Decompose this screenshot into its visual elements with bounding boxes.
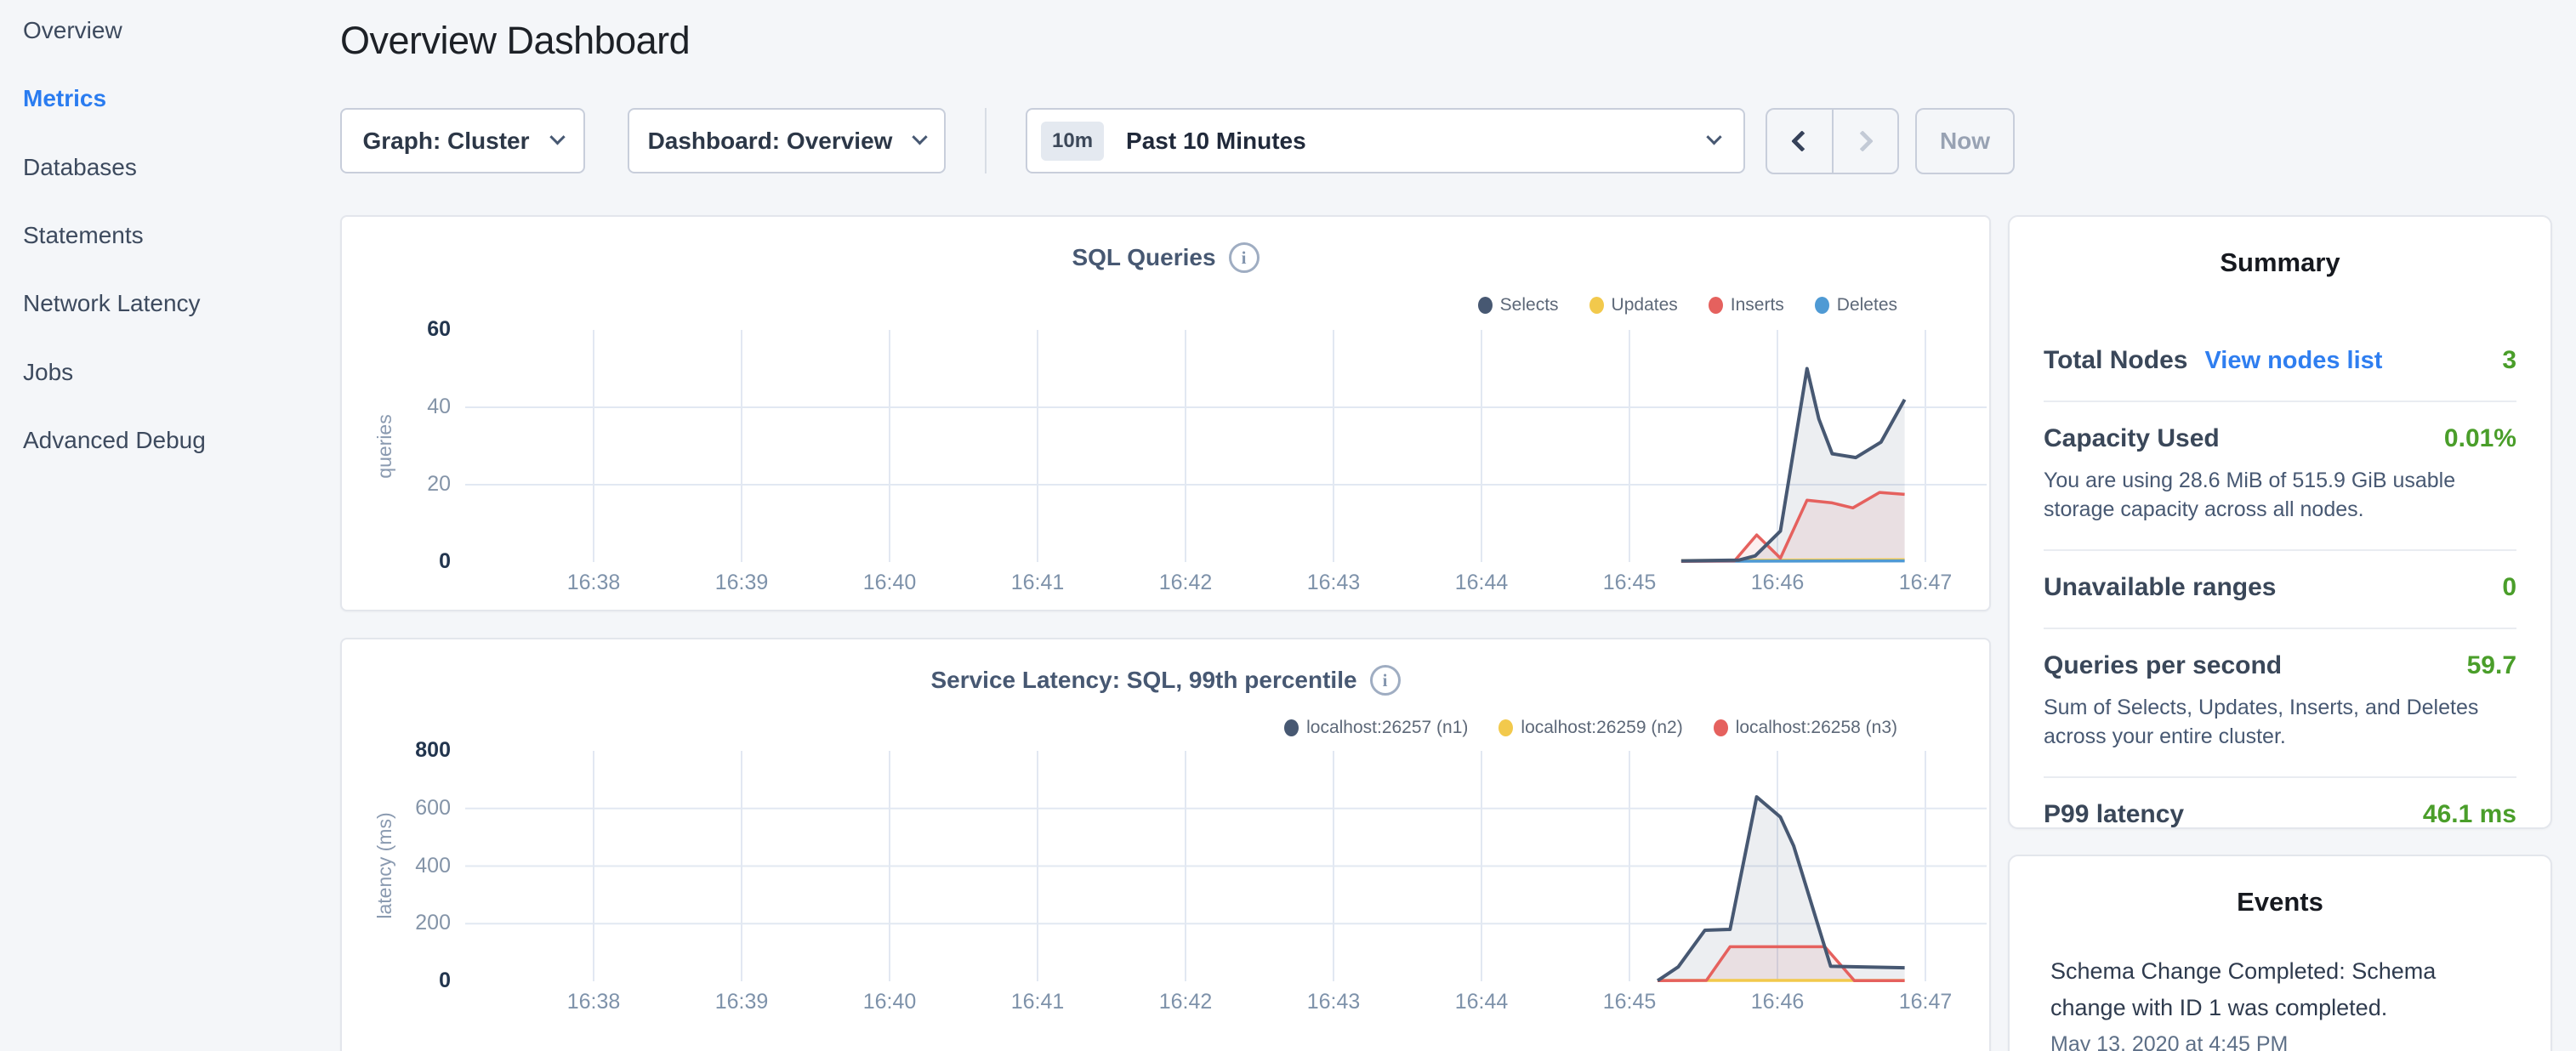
plot-area[interactable] <box>342 217 1989 610</box>
x-axis-tick: 16:44 <box>1422 571 1541 595</box>
time-range-badge: 10m <box>1041 122 1104 161</box>
time-range-dropdown[interactable]: 10m Past 10 Minutes <box>1026 108 1745 173</box>
summary-row-unavailable-ranges: Unavailable ranges 0 <box>2044 551 2516 629</box>
summary-description: You are using 28.6 MiB of 515.9 GiB usab… <box>2044 467 2516 524</box>
summary-label: Queries per second <box>2044 651 2282 680</box>
time-range-stepper <box>1766 108 1899 174</box>
chevron-down-icon <box>549 129 565 145</box>
summary-label: Capacity Used <box>2044 424 2220 453</box>
summary-card: Summary Total Nodes View nodes list 3 Ca… <box>2008 215 2552 829</box>
x-axis-tick: 16:40 <box>830 571 949 595</box>
chart-card-service-latency: Service Latency: SQL, 99th percentile i … <box>340 638 1991 1051</box>
x-axis-tick: 16:39 <box>682 571 801 595</box>
x-axis-tick: 16:45 <box>1570 990 1689 1014</box>
summary-description: Sum of Selects, Updates, Inserts, and De… <box>2044 694 2516 751</box>
event-timestamp: May 13, 2020 at 4:45 PM <box>2050 1032 2510 1051</box>
x-axis-tick: 16:40 <box>830 990 949 1014</box>
x-axis-tick: 16:44 <box>1422 990 1541 1014</box>
x-axis-tick: 16:38 <box>534 990 653 1014</box>
summary-value: 3 <box>2502 346 2516 375</box>
event-message: Schema Change Completed: Schema change w… <box>2050 953 2510 1025</box>
sidebar-item-network-latency[interactable]: Network Latency <box>23 290 201 317</box>
summary-title: Summary <box>2044 247 2516 278</box>
dashboard-dropdown[interactable]: Dashboard: Overview <box>628 108 946 173</box>
x-axis-tick: 16:41 <box>978 571 1097 595</box>
x-axis-tick: 16:47 <box>1866 990 1985 1014</box>
x-axis-tick: 16:46 <box>1718 990 1837 1014</box>
summary-row-queries-per-second: Queries per second 59.7 Sum of Selects, … <box>2044 629 2516 778</box>
chevron-down-icon <box>1706 129 1721 145</box>
x-axis-tick: 16:47 <box>1866 571 1985 595</box>
next-range-button[interactable] <box>1834 110 1898 173</box>
sidebar: Overview Metrics Databases Statements Ne… <box>0 0 340 1051</box>
toolbar-divider <box>985 108 987 173</box>
events-card: Events Schema Change Completed: Schema c… <box>2008 855 2552 1051</box>
y-axis-tick: 0 <box>342 969 451 993</box>
x-axis-tick: 16:43 <box>1274 990 1393 1014</box>
x-axis-tick: 16:43 <box>1274 571 1393 595</box>
chevron-down-icon <box>913 129 928 145</box>
x-axis-tick: 16:46 <box>1718 571 1837 595</box>
x-axis-tick: 16:39 <box>682 990 801 1014</box>
page-title: Overview Dashboard <box>340 19 690 63</box>
summary-label: Total Nodes <box>2044 346 2187 375</box>
y-axis-label: latency (ms) <box>373 772 399 959</box>
events-title: Events <box>2050 887 2510 917</box>
x-axis-tick: 16:42 <box>1126 571 1245 595</box>
view-nodes-link[interactable]: View nodes list <box>2204 347 2382 375</box>
summary-value: 0 <box>2502 573 2516 602</box>
chart-card-sql-queries: SQL Queries i SelectsUpdatesInsertsDelet… <box>340 215 1991 611</box>
summary-value: 0.01% <box>2444 424 2516 453</box>
summary-row-capacity-used: Capacity Used 0.01% You are using 28.6 M… <box>2044 402 2516 551</box>
graph-dropdown[interactable]: Graph: Cluster <box>340 108 585 173</box>
prev-range-button[interactable] <box>1767 110 1834 173</box>
summary-value: 46.1 ms <box>2423 800 2516 829</box>
sidebar-item-statements[interactable]: Statements <box>23 222 144 249</box>
chevron-left-icon <box>1791 130 1812 151</box>
y-axis-tick: 60 <box>342 317 451 342</box>
y-axis-label: queries <box>373 353 399 540</box>
x-axis-tick: 16:42 <box>1126 990 1245 1014</box>
summary-value: 59.7 <box>2467 651 2516 680</box>
sidebar-item-metrics[interactable]: Metrics <box>23 85 106 112</box>
sidebar-item-advanced-debug[interactable]: Advanced Debug <box>23 427 206 454</box>
x-axis-tick: 16:41 <box>978 990 1097 1014</box>
time-range-label: Past 10 Minutes <box>1126 128 1306 155</box>
series-area <box>1658 797 1905 981</box>
graph-dropdown-label: Graph: Cluster <box>362 128 529 155</box>
summary-label: Unavailable ranges <box>2044 573 2276 602</box>
now-button[interactable]: Now <box>1915 108 2015 174</box>
sidebar-item-jobs[interactable]: Jobs <box>23 359 73 386</box>
x-axis-tick: 16:45 <box>1570 571 1689 595</box>
summary-row-total-nodes: Total Nodes View nodes list 3 <box>2044 324 2516 402</box>
x-axis-tick: 16:38 <box>534 571 653 595</box>
chevron-right-icon <box>1852 130 1874 151</box>
sidebar-item-overview[interactable]: Overview <box>23 17 122 44</box>
sidebar-item-databases[interactable]: Databases <box>23 154 137 181</box>
summary-row-p99-latency: P99 latency 46.1 ms <box>2044 778 2516 855</box>
y-axis-tick: 800 <box>342 738 451 763</box>
dashboard-dropdown-label: Dashboard: Overview <box>648 128 893 155</box>
summary-label: P99 latency <box>2044 800 2184 829</box>
y-axis-tick: 0 <box>342 549 451 574</box>
